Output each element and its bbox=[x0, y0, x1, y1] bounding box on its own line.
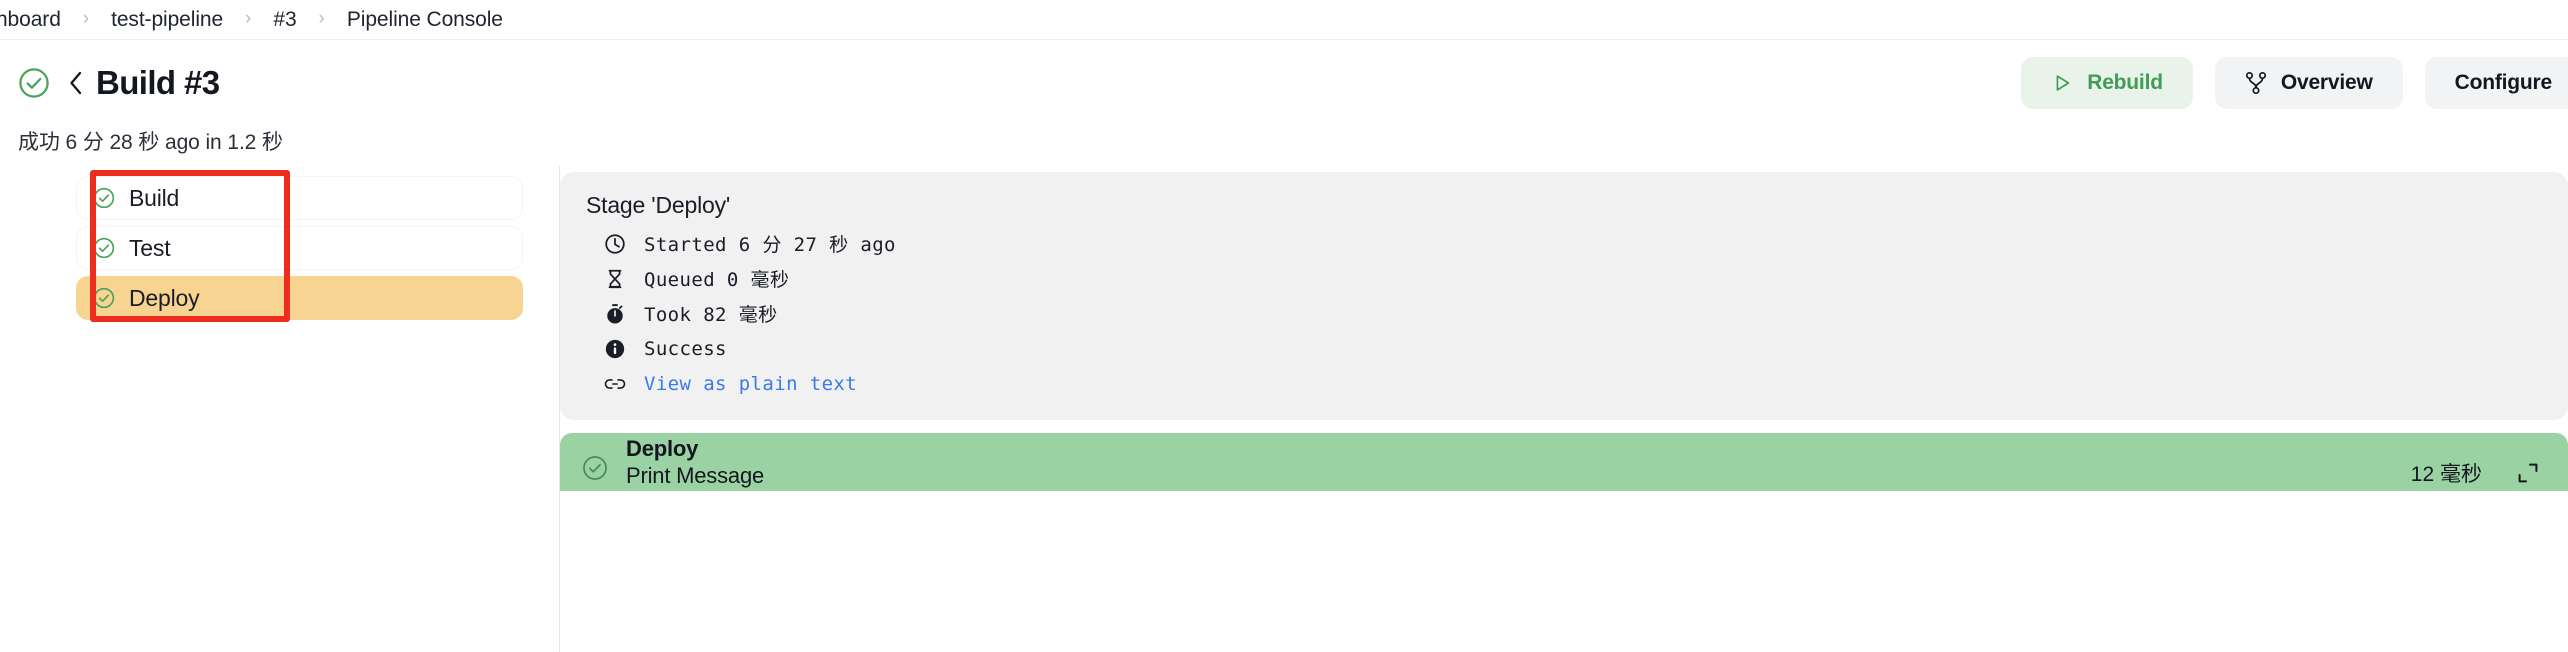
page-header-left: Build #3 bbox=[18, 64, 220, 102]
page-header: Build #3 Rebuild Overview Configure bbox=[0, 40, 2568, 126]
build-status-line: 成功 6 分 28 秒 ago in 1.2 秒 bbox=[0, 126, 2568, 166]
detail-row-took: Took 82 毫秒 bbox=[604, 299, 2568, 328]
step-row-name: Deploy bbox=[626, 435, 699, 461]
configure-button-label: Configure bbox=[2454, 71, 2553, 94]
breadcrumb-separator: › bbox=[318, 8, 325, 29]
detail-row-plain-text-link[interactable]: View as plain text bbox=[604, 369, 2568, 398]
clock-icon bbox=[605, 233, 625, 254]
rebuild-button[interactable]: Rebuild bbox=[2021, 57, 2193, 109]
build-status-text: 成功 6 分 28 秒 ago in 1.2 秒 bbox=[18, 131, 283, 154]
check-circle-icon bbox=[19, 68, 49, 98]
step-row-texts: Deploy Print Message bbox=[626, 435, 2411, 490]
check-circle-icon bbox=[583, 456, 607, 480]
overview-button-label: Overview bbox=[2280, 71, 2373, 94]
breadcrumb: ashboard › test-pipeline › #3 › Pipeline… bbox=[0, 0, 2568, 40]
breadcrumb-item-dashboard[interactable]: ashboard bbox=[0, 8, 61, 32]
breadcrumb-separator: › bbox=[82, 8, 90, 29]
detail-row-queued: Queued 0 毫秒 bbox=[604, 264, 2568, 293]
header-actions: Rebuild Overview Configure bbox=[2021, 57, 2568, 109]
stage-list-item-deploy[interactable]: Deploy bbox=[76, 276, 523, 320]
play-icon bbox=[2056, 75, 2070, 91]
branch-icon bbox=[2245, 71, 2266, 95]
expand-icon[interactable] bbox=[2516, 461, 2540, 485]
check-circle-icon bbox=[93, 187, 115, 209]
stage-detail-panel: Stage 'Deploy' Started 6 分 27 秒 ago Queu… bbox=[560, 166, 2568, 491]
stopwatch-icon bbox=[607, 303, 623, 324]
stage-list-item-build[interactable]: Build bbox=[76, 176, 523, 220]
detail-row-text: Success bbox=[644, 337, 727, 360]
breadcrumb-item-pipeline[interactable]: test-pipeline bbox=[111, 8, 223, 32]
page-title: Build #3 bbox=[96, 64, 220, 101]
link-icon bbox=[604, 378, 626, 389]
breadcrumb-item-pipeline-console[interactable]: Pipeline Console bbox=[347, 8, 503, 32]
detail-row-text: Took 82 毫秒 bbox=[644, 304, 778, 326]
check-circle-icon bbox=[93, 237, 115, 259]
stage-list: Build Test Deploy bbox=[0, 166, 560, 652]
detail-row-link-text[interactable]: View as plain text bbox=[644, 373, 857, 395]
stage-detail-title: Stage 'Deploy' bbox=[586, 192, 731, 218]
overview-button[interactable]: Overview bbox=[2214, 57, 2403, 109]
hourglass-icon bbox=[608, 269, 622, 288]
rebuild-button-label: Rebuild bbox=[2087, 71, 2163, 94]
step-row-deploy[interactable]: Deploy Print Message 12 毫秒 bbox=[560, 433, 2568, 491]
stage-list-item-label: Test bbox=[129, 234, 171, 261]
breadcrumb-separator: › bbox=[245, 8, 252, 29]
breadcrumb-item-build-number[interactable]: #3 bbox=[273, 8, 296, 32]
chevron-left-icon[interactable] bbox=[64, 68, 88, 98]
detail-row-result: Success bbox=[604, 334, 2568, 363]
stage-list-item-test[interactable]: Test bbox=[76, 226, 523, 270]
info-icon bbox=[605, 339, 625, 358]
configure-button[interactable]: Configure bbox=[2424, 57, 2568, 109]
detail-row-text: Queued 0 毫秒 bbox=[644, 269, 790, 291]
step-row-duration: 12 毫秒 bbox=[2410, 463, 2482, 486]
stage-list-item-label: Build bbox=[129, 184, 180, 211]
stage-detail-card: Stage 'Deploy' Started 6 分 27 秒 ago Queu… bbox=[560, 172, 2568, 420]
console-content: Build Test Deploy Stage 'Deploy' Started… bbox=[0, 166, 2568, 652]
stage-list-item-label: Deploy bbox=[129, 284, 200, 311]
check-circle-icon bbox=[93, 287, 115, 309]
step-row-subtitle: Print Message bbox=[626, 462, 765, 488]
detail-row-started: Started 6 分 27 秒 ago bbox=[604, 229, 2568, 258]
detail-row-text: Started 6 分 27 秒 ago bbox=[644, 234, 896, 256]
